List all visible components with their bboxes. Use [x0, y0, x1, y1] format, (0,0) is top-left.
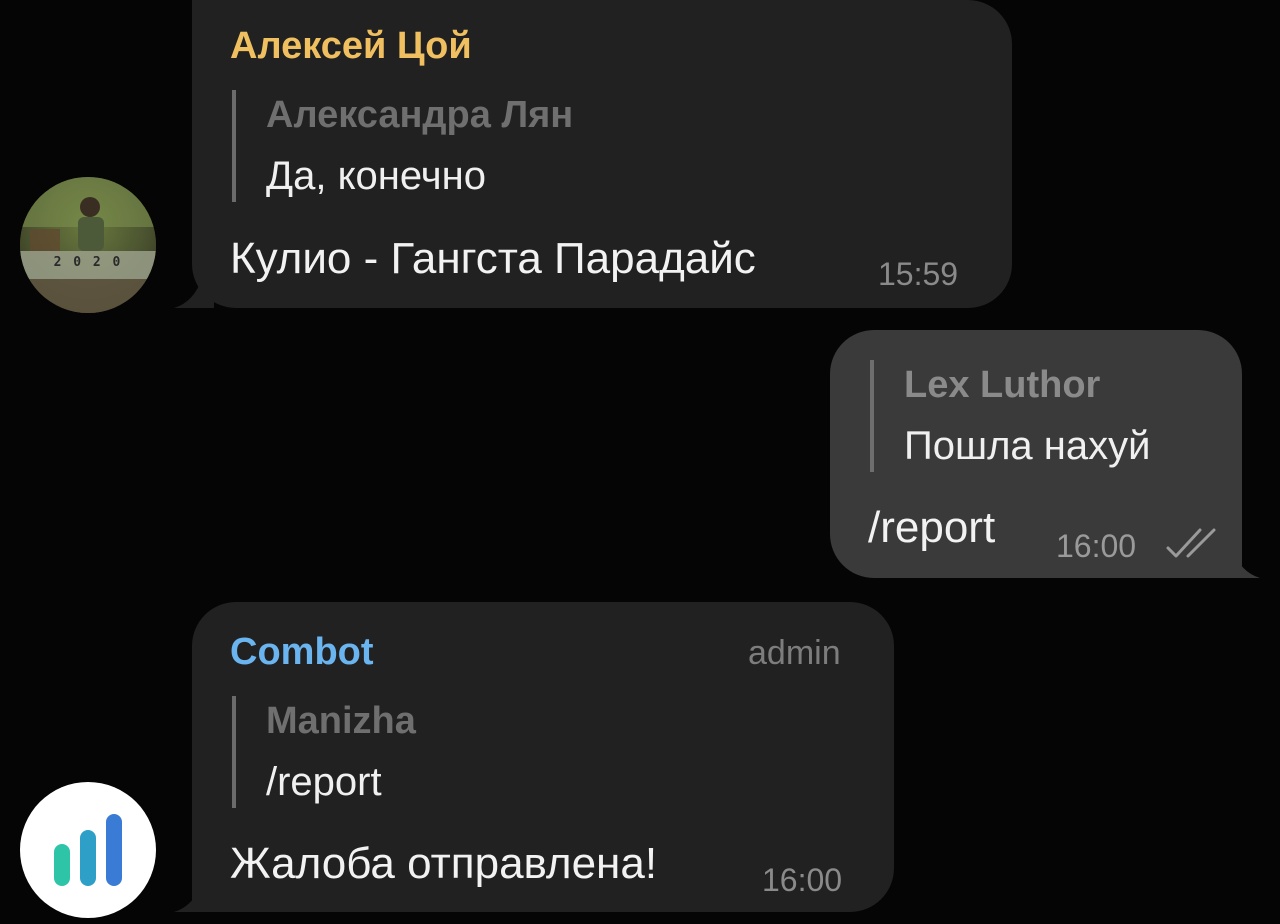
reply-quote[interactable]: Manizha /report: [232, 696, 416, 808]
reply-text: Да, конечно: [266, 154, 486, 198]
sender-name[interactable]: Combot: [230, 631, 374, 674]
message-bubble-incoming[interactable]: Алексей Цой Александра Лян Да, конечно К…: [174, 0, 1012, 308]
reply-author: Manizha: [266, 700, 416, 742]
message-text: Кулио - Гангста Парадайс: [230, 234, 756, 283]
bubble-tail: [174, 872, 214, 912]
message-time: 16:00: [762, 862, 843, 898]
reply-quote[interactable]: Александра Лян Да, конечно: [232, 90, 573, 202]
bubble-tail: [174, 268, 214, 308]
message-bubble-incoming[interactable]: Combot admin Manizha /report Жалоба отпр…: [174, 602, 894, 912]
avatar-caption: 2 0 2 0: [53, 255, 123, 270]
message-time: 16:00: [1056, 528, 1137, 564]
reply-author: Александра Лян: [266, 94, 574, 136]
bubble-tail: [1220, 538, 1260, 578]
message-time: 15:59: [878, 256, 959, 292]
message-text: /report: [868, 503, 996, 552]
avatar-combot[interactable]: [20, 782, 156, 918]
avatar-aleksei[interactable]: 2 0 2 0: [20, 177, 156, 313]
reply-text: /report: [266, 760, 382, 804]
chat-message-list: 2 0 2 0 Алексей Цой Александра Лян Да, к…: [0, 0, 1280, 924]
message-bubble-outgoing[interactable]: Lex Luthor Пошла нахуй /report 16:00: [830, 330, 1260, 578]
reply-author: Lex Luthor: [904, 364, 1101, 406]
sender-name[interactable]: Алексей Цой: [230, 25, 472, 68]
bar-chart-logo-icon: [54, 814, 122, 886]
double-check-icon: [1166, 528, 1216, 558]
reply-text: Пошла нахуй: [904, 424, 1151, 468]
admin-badge: admin: [748, 634, 841, 672]
user-photo-icon: [20, 177, 156, 313]
reply-quote[interactable]: Lex Luthor Пошла нахуй: [870, 360, 1150, 472]
message-text: Жалоба отправлена!: [230, 839, 658, 888]
